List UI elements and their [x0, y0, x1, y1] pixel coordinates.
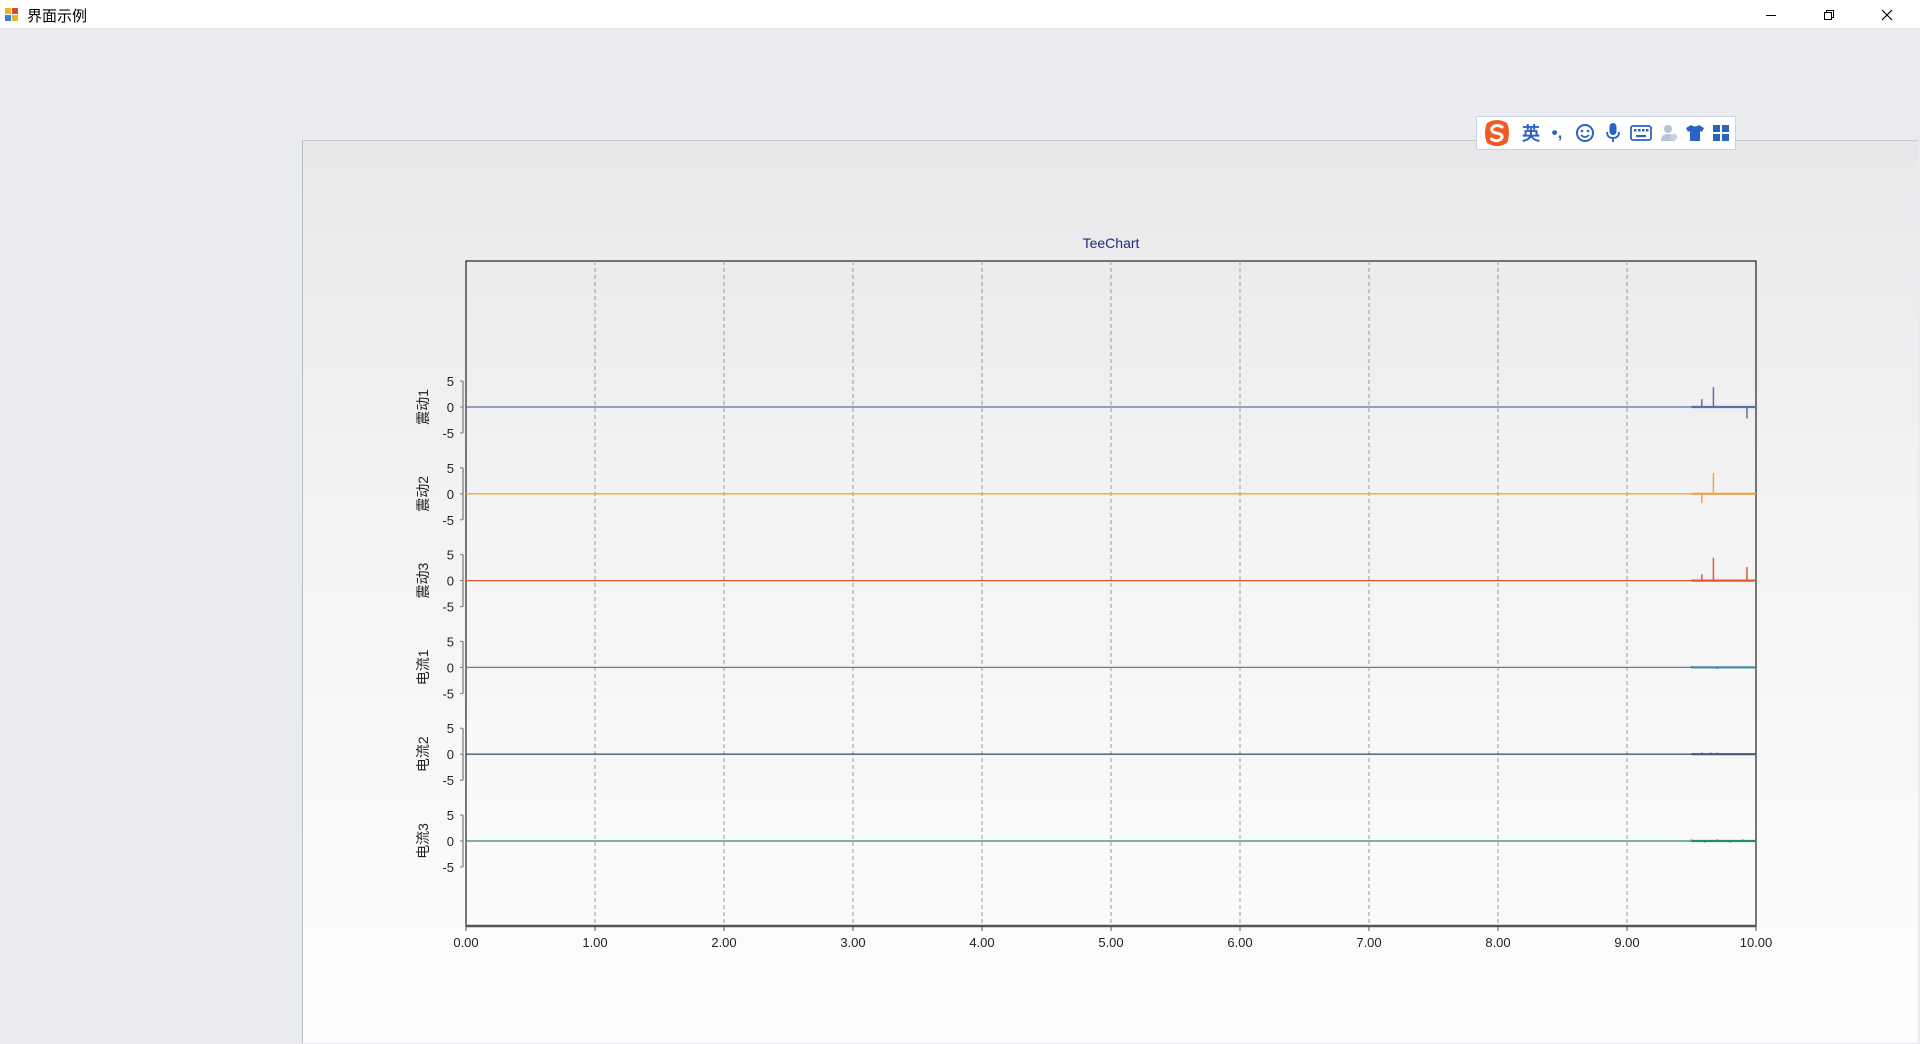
series-axis-label: 电流3	[415, 823, 431, 859]
sogou-logo-icon[interactable]	[1479, 117, 1515, 149]
window-title: 界面示例	[27, 8, 88, 25]
x-tick-label: 8.00	[1485, 935, 1510, 950]
tee-chart[interactable]: TeeChart 0.00 1.00 2.00 3.00 4.00 5.00 6.00 7.00…	[303, 141, 1919, 1044]
y-tick-label: -5	[442, 426, 454, 441]
grid-icon[interactable]	[1709, 117, 1733, 149]
user-icon[interactable]	[1657, 117, 1681, 149]
close-icon	[1881, 9, 1892, 20]
x-tick-label: 9.00	[1614, 935, 1639, 950]
y-tick-label: -5	[442, 773, 454, 788]
x-tick-label: 6.00	[1227, 935, 1252, 950]
series-axis-label: 震动2	[415, 476, 431, 512]
restore-button[interactable]	[1800, 0, 1857, 29]
x-tick-label: 7.00	[1356, 935, 1381, 950]
y-tick-label: 0	[447, 747, 454, 762]
y-tick-label: 0	[447, 574, 454, 589]
x-tick-label: 10.00	[1740, 935, 1773, 950]
window-title-bar: 界面示例	[0, 0, 1920, 29]
series-axis-label: 震动3	[415, 562, 431, 598]
y-tick-label: -5	[442, 860, 454, 875]
chart-title: TeeChart	[1083, 235, 1140, 251]
minimize-icon	[1765, 14, 1776, 16]
y-tick-label: 5	[447, 808, 454, 823]
chart-panel: TeeChart 0.00 1.00 2.00 3.00 4.00 5.00 6.00 7.00…	[302, 140, 1918, 1043]
keyboard-icon[interactable]	[1627, 117, 1655, 149]
ime-language-toggle[interactable]: 英	[1519, 117, 1543, 149]
x-tick-label: 1.00	[582, 935, 607, 950]
x-tick-label: 0.00	[453, 935, 478, 950]
y-tick-label: 5	[447, 548, 454, 563]
y-tick-label: 5	[447, 634, 454, 649]
series-axis-label: 电流2	[415, 736, 431, 772]
x-tick-label: 3.00	[840, 935, 865, 950]
x-tick-label: 4.00	[969, 935, 994, 950]
microphone-icon[interactable]	[1601, 117, 1625, 149]
restore-icon	[1823, 9, 1834, 20]
y-tick-label: -5	[442, 600, 454, 615]
y-tick-label: 0	[447, 834, 454, 849]
x-tick-label: 5.00	[1098, 935, 1123, 950]
minimize-button[interactable]	[1742, 0, 1799, 29]
series-axis-label: 震动1	[415, 389, 431, 425]
y-tick-label: -5	[442, 513, 454, 528]
y-tick-label: -5	[442, 686, 454, 701]
y-tick-label: 5	[447, 374, 454, 389]
ime-punctuation-toggle[interactable]: •,	[1545, 117, 1569, 149]
x-tick-label: 2.00	[711, 935, 736, 950]
y-tick-label: 5	[447, 461, 454, 476]
shirt-icon[interactable]	[1683, 117, 1707, 149]
y-tick-label: 5	[447, 721, 454, 736]
y-tick-label: 0	[447, 400, 454, 415]
ime-toolbar[interactable]: 英 •,	[1476, 116, 1736, 150]
close-button[interactable]	[1858, 0, 1915, 29]
y-tick-label: 0	[447, 660, 454, 675]
series-axis-label: 电流1	[415, 649, 431, 685]
app-icon	[5, 8, 18, 21]
smiley-icon[interactable]	[1573, 117, 1597, 149]
y-tick-label: 0	[447, 487, 454, 502]
